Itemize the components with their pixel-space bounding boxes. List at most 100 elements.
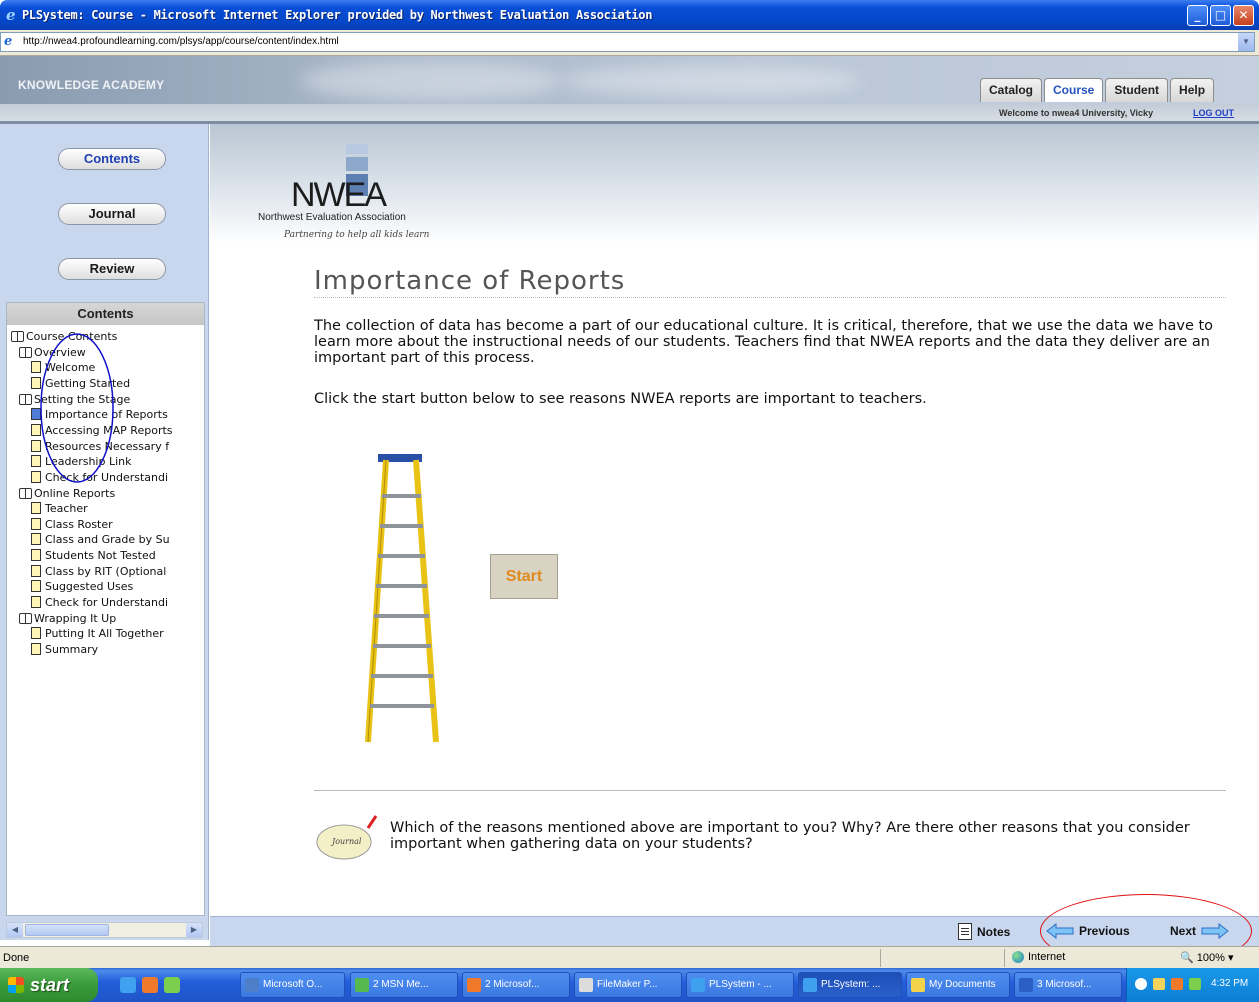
msn-tray-icon[interactable] <box>1189 978 1201 990</box>
taskbar-item-label: 2 Microsof... <box>485 979 540 990</box>
window-title-bar[interactable]: e PLSystem: Course - Microsoft Internet … <box>0 0 1259 30</box>
taskbar-item-label: PLSystem - ... <box>709 979 772 990</box>
zone-label: Internet <box>1028 951 1066 963</box>
page-icon <box>31 502 41 515</box>
scroll-left-icon[interactable]: ◀ <box>7 923 23 937</box>
toc-page[interactable]: Check for Understandi <box>31 595 168 610</box>
nwea-logo-mark <box>346 144 368 154</box>
annotation-ellipse <box>40 333 114 483</box>
toc-label: Class and Grade by Su <box>45 533 170 547</box>
ladder-image <box>365 454 439 743</box>
system-tray: 4:32 PM <box>1126 968 1259 1002</box>
toc-page[interactable]: Class and Grade by Su <box>31 532 170 547</box>
contents-panel: Contents Course Contents Overview Welcome G… <box>6 302 205 916</box>
taskbar-item-my-documents[interactable]: My Documents <box>906 972 1010 998</box>
main-tabs: Catalog Course Student Help <box>980 78 1215 102</box>
contents-scrollbar[interactable]: ◀ ▶ <box>6 922 203 938</box>
notes-button[interactable]: Notes <box>958 923 1010 940</box>
content-divider <box>314 790 1226 791</box>
office-icon <box>245 978 259 992</box>
nwea-logo-tagline: Partnering to help all kids learn <box>284 230 430 240</box>
toc-label: Class Roster <box>45 517 113 531</box>
taskbar-item-microsoft[interactable]: 2 Microsof... <box>462 972 570 998</box>
ie-icon <box>691 978 705 992</box>
tab-help[interactable]: Help <box>1170 78 1215 102</box>
journal-prompt: Which of the reasons mentioned above are… <box>390 820 1190 852</box>
tab-student[interactable]: Student <box>1105 78 1169 102</box>
book-icon <box>11 330 24 342</box>
tab-course[interactable]: Course <box>1044 78 1104 102</box>
review-button[interactable]: Review <box>58 258 166 280</box>
toc-page[interactable]: Class by RIT (Optional <box>31 564 166 579</box>
toc-label: Wrapping It Up <box>34 611 117 625</box>
taskbar-item-microsoft-office[interactable]: Microsoft O... <box>240 972 345 998</box>
notes-icon <box>958 923 972 940</box>
toc-label: Suggested Uses <box>45 580 134 594</box>
browser-status-bar: Done Internet 🔍 100% ▾ <box>0 946 1259 968</box>
nwea-logo-text: NWEA <box>291 176 387 214</box>
journal-icon[interactable]: Journal <box>314 814 380 862</box>
taskbar-item-word[interactable]: 3 Microsof... <box>1014 972 1122 998</box>
taskbar-item-label: 2 MSN Me... <box>373 979 429 990</box>
toc-page[interactable]: Class Roster <box>31 517 113 532</box>
toc-label: Teacher <box>45 502 88 516</box>
ie-logo-icon: e <box>6 6 16 24</box>
maximize-button[interactable]: □ <box>1210 5 1231 26</box>
window-title: PLSystem: Course - Microsoft Internet Ex… <box>22 8 653 22</box>
page-title: Importance of Reports <box>314 266 626 296</box>
nwea-logo-subtitle: Northwest Evaluation Association <box>258 212 406 223</box>
address-dropdown-icon[interactable]: ▼ <box>1238 33 1254 51</box>
brand-logo: KNOWLEDGE ACADEMY <box>18 78 165 92</box>
book-icon <box>19 612 32 624</box>
outlook-tray-icon[interactable] <box>1171 978 1183 990</box>
title-divider <box>314 297 1226 298</box>
scroll-thumb[interactable] <box>25 924 109 936</box>
quicklaunch-outlook-icon[interactable] <box>142 977 158 993</box>
logout-link[interactable]: LOG OUT <box>1193 108 1234 118</box>
journal-icon-label: Journal <box>330 837 362 846</box>
tab-catalog[interactable]: Catalog <box>980 78 1043 102</box>
toc-section[interactable]: Wrapping It Up <box>19 611 116 626</box>
welcome-strip: Welcome to nwea4 University, Vicky LOG O… <box>0 104 1259 121</box>
toc-page[interactable]: Summary <box>31 642 98 657</box>
start-button[interactable]: Start <box>490 554 558 599</box>
ie-icon <box>803 978 817 992</box>
mail-icon[interactable] <box>1153 978 1165 990</box>
nwea-logo-mark <box>346 157 368 171</box>
journal-button[interactable]: Journal <box>58 203 166 225</box>
contents-button[interactable]: Contents <box>58 148 166 170</box>
taskbar-item-filemaker[interactable]: FileMaker P... <box>574 972 682 998</box>
scroll-right-icon[interactable]: ▶ <box>186 923 202 937</box>
taskbar-item-msn[interactable]: 2 MSN Me... <box>350 972 458 998</box>
address-field[interactable]: e http://nwea4.profoundlearning.com/plsy… <box>0 32 1255 52</box>
page-icon <box>31 549 41 562</box>
toc-section[interactable]: Online Reports <box>19 486 115 501</box>
course-sidebar: Contents Journal Review Contents Course … <box>0 124 209 940</box>
taskbar-item-plsystem-course[interactable]: PLSystem: ... <box>798 972 902 998</box>
globe-icon <box>1012 951 1024 963</box>
quicklaunch-msn-icon[interactable] <box>164 977 180 993</box>
zoom-level[interactable]: 🔍 100% ▾ <box>1180 951 1233 964</box>
quicklaunch-ie-icon[interactable] <box>120 977 136 993</box>
toc-page[interactable]: Putting It All Together <box>31 626 164 641</box>
start-button-taskbar[interactable]: start <box>0 968 98 1002</box>
taskbar-item-label: My Documents <box>929 979 996 990</box>
status-divider <box>880 949 881 967</box>
toc-label: Online Reports <box>34 486 116 500</box>
minimize-button[interactable]: _ <box>1187 5 1208 26</box>
zoom-value: 100% <box>1196 952 1225 964</box>
taskbar-item-plsystem[interactable]: PLSystem - ... <box>686 972 794 998</box>
clock: 4:32 PM <box>1211 978 1249 989</box>
word-icon <box>1019 978 1033 992</box>
address-bar: e http://nwea4.profoundlearning.com/plsy… <box>0 30 1259 56</box>
taskbar-item-label: Microsoft O... <box>263 979 323 990</box>
header-cloud <box>300 61 560 101</box>
toc-page[interactable]: Teacher <box>31 501 88 516</box>
toc-page[interactable]: Suggested Uses <box>31 579 133 594</box>
toc-page[interactable]: Students Not Tested <box>31 548 156 563</box>
address-url: http://nwea4.profoundlearning.com/plsys/… <box>23 36 339 47</box>
outlook-icon <box>467 978 481 992</box>
close-button[interactable]: ✕ <box>1233 5 1254 26</box>
tray-chevron-icon[interactable] <box>1135 978 1147 990</box>
page-icon <box>31 596 41 609</box>
